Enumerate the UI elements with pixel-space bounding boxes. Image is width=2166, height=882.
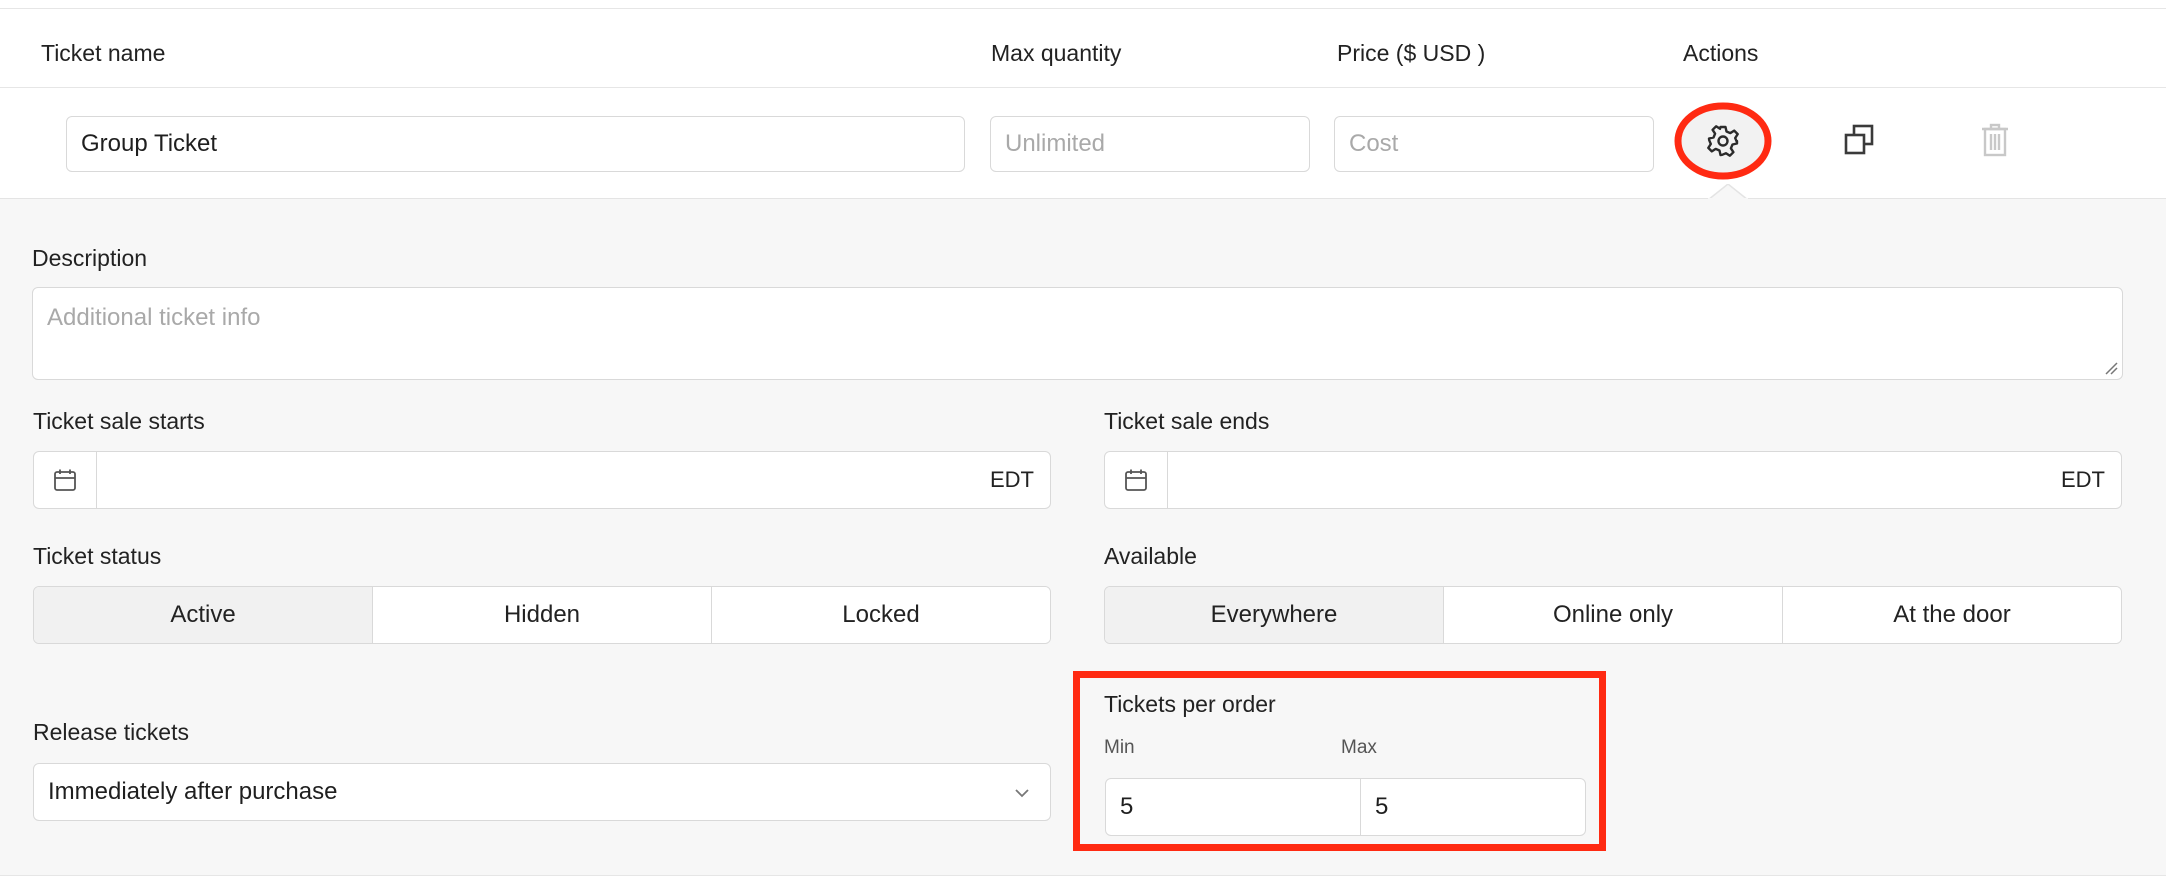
- description-textarea[interactable]: Additional ticket info: [32, 287, 2123, 380]
- max-input[interactable]: 5: [1361, 779, 1585, 835]
- release-tickets-label: Release tickets: [33, 719, 189, 745]
- table-header: Ticket name Max quantity Price ($ USD ) …: [0, 9, 2166, 88]
- min-value: 5: [1120, 793, 1134, 820]
- column-actions: Actions: [1683, 40, 1759, 66]
- available-label: Available: [1104, 543, 1197, 569]
- resize-handle-icon[interactable]: [2104, 361, 2118, 375]
- ticket-settings-panel: Description Additional ticket info Ticke…: [0, 199, 2166, 876]
- release-tickets-value: Immediately after purchase: [48, 778, 338, 805]
- max-value: 5: [1375, 793, 1389, 820]
- column-max-quantity: Max quantity: [991, 40, 1122, 66]
- gear-icon: [1674, 102, 1772, 180]
- delete-button[interactable]: [1978, 122, 2012, 158]
- ticket-name-value: Group Ticket: [81, 130, 218, 157]
- chevron-down-icon: [1015, 789, 1029, 798]
- max-quantity-placeholder: Unlimited: [1005, 130, 1106, 157]
- tickets-per-order-fields: 5 5: [1105, 778, 1586, 836]
- duplicate-button[interactable]: [1842, 122, 1878, 158]
- status-option-locked[interactable]: Locked: [711, 587, 1050, 643]
- column-price: Price ($ USD ): [1337, 40, 1486, 66]
- ticket-status-toggle: Active Hidden Locked: [33, 586, 1051, 644]
- sale-ends-timezone: EDT: [2061, 467, 2105, 492]
- sale-ends-field[interactable]: EDT: [1104, 451, 2122, 509]
- settings-button[interactable]: [1674, 102, 1772, 180]
- description-placeholder: Additional ticket info: [47, 304, 261, 331]
- sale-starts-label: Ticket sale starts: [33, 408, 205, 434]
- sale-starts-calendar[interactable]: [34, 452, 97, 508]
- calendar-icon: [1125, 469, 1147, 491]
- release-tickets-select[interactable]: Immediately after purchase: [33, 763, 1051, 821]
- column-ticket-name: Ticket name: [41, 40, 166, 66]
- ticket-status-label: Ticket status: [33, 543, 162, 569]
- min-label: Min: [1104, 737, 1135, 758]
- ticket-name-input[interactable]: Group Ticket: [66, 116, 965, 172]
- tickets-per-order-label: Tickets per order: [1104, 691, 1276, 717]
- calendar-icon: [54, 469, 76, 491]
- max-label: Max: [1341, 737, 1377, 758]
- settings-pointer: [1708, 184, 1748, 200]
- sale-starts-timezone: EDT: [990, 467, 1034, 492]
- sale-ends-calendar[interactable]: [1105, 452, 1168, 508]
- cost-placeholder: Cost: [1349, 130, 1399, 157]
- min-input[interactable]: 5: [1106, 779, 1361, 835]
- status-option-hidden[interactable]: Hidden: [372, 587, 711, 643]
- available-option-everywhere[interactable]: Everywhere: [1105, 587, 1443, 643]
- trash-icon: [1982, 123, 2008, 157]
- sale-ends-label: Ticket sale ends: [1104, 408, 1270, 434]
- available-option-online-only[interactable]: Online only: [1443, 587, 1782, 643]
- duplicate-icon: [1844, 124, 1874, 155]
- cost-input[interactable]: Cost: [1334, 116, 1654, 172]
- sale-starts-field[interactable]: EDT: [33, 451, 1051, 509]
- max-quantity-input[interactable]: Unlimited: [990, 116, 1310, 172]
- status-option-active[interactable]: Active: [34, 587, 372, 643]
- available-option-at-the-door[interactable]: At the door: [1782, 587, 2121, 643]
- description-label: Description: [32, 245, 148, 271]
- available-toggle: Everywhere Online only At the door: [1104, 586, 2122, 644]
- ticket-row: Group Ticket Unlimited Cost: [0, 88, 2166, 200]
